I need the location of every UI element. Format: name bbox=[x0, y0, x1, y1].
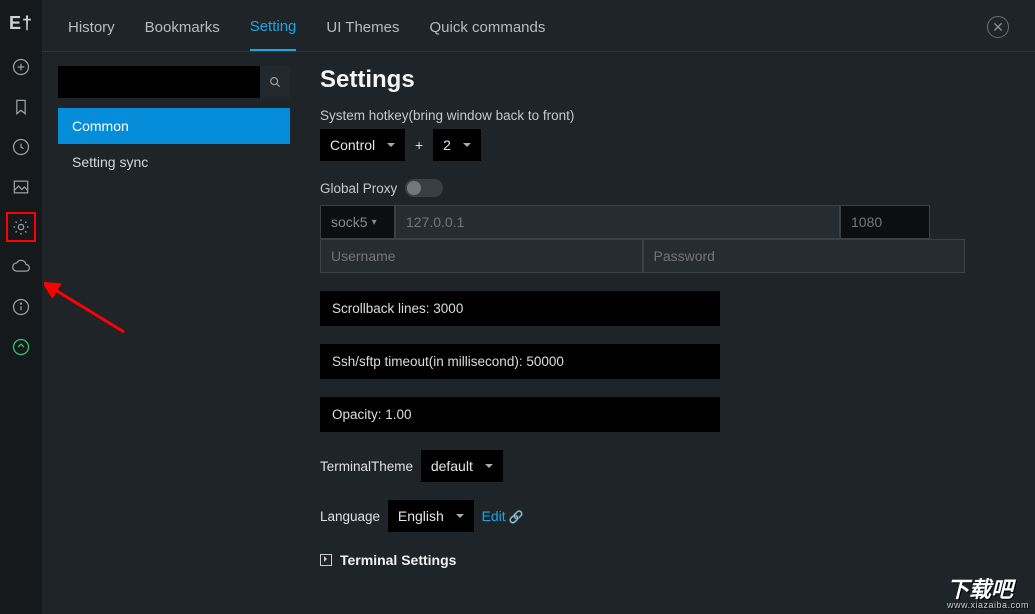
proxy-password-input[interactable] bbox=[643, 239, 966, 273]
bookmark-icon[interactable] bbox=[10, 96, 32, 118]
hotkey-label: System hotkey(bring window back to front… bbox=[320, 108, 1005, 123]
cloud-sync-icon[interactable] bbox=[10, 256, 32, 278]
proxy-type-select[interactable]: sock5▾ bbox=[320, 205, 395, 239]
hotkey-plus: + bbox=[409, 129, 429, 161]
page-title: Settings bbox=[320, 66, 1005, 94]
terminal-theme-label: TerminalTheme bbox=[320, 459, 413, 474]
proxy-port-input[interactable] bbox=[840, 205, 930, 239]
language-select[interactable]: English bbox=[388, 500, 474, 532]
settings-sidebar: Common Setting sync bbox=[58, 52, 290, 614]
terminal-settings-header[interactable]: Terminal Settings bbox=[320, 552, 1005, 568]
watermark: 下载吧 www.xiazaiba.com bbox=[947, 579, 1029, 610]
upgrade-icon[interactable] bbox=[10, 336, 32, 358]
app-logo-icon: E† bbox=[10, 8, 32, 38]
tab-ui-themes[interactable]: UI Themes bbox=[326, 19, 399, 50]
opacity-input[interactable] bbox=[320, 397, 720, 432]
close-icon[interactable]: ✕ bbox=[987, 16, 1009, 38]
tab-quick-commands[interactable]: Quick commands bbox=[430, 19, 546, 50]
settings-gear-icon[interactable] bbox=[10, 216, 32, 238]
hotkey-modifier-select[interactable]: Control bbox=[320, 129, 405, 161]
scrollback-input[interactable] bbox=[320, 291, 720, 326]
icon-sidebar: E† bbox=[0, 0, 42, 614]
language-label: Language bbox=[320, 509, 380, 524]
global-proxy-label: Global Proxy bbox=[320, 181, 397, 196]
search-input[interactable] bbox=[58, 66, 260, 98]
settings-content: Settings System hotkey(bring window back… bbox=[290, 52, 1035, 614]
tab-setting[interactable]: Setting bbox=[250, 18, 297, 51]
image-icon[interactable] bbox=[10, 176, 32, 198]
search-icon[interactable] bbox=[260, 66, 290, 98]
proxy-username-input[interactable] bbox=[320, 239, 643, 273]
info-icon[interactable] bbox=[10, 296, 32, 318]
sidebar-item-setting-sync[interactable]: Setting sync bbox=[58, 144, 290, 180]
add-icon[interactable] bbox=[10, 56, 32, 78]
top-tabs: History Bookmarks Setting UI Themes Quic… bbox=[42, 0, 1035, 52]
tab-bookmarks[interactable]: Bookmarks bbox=[145, 19, 220, 50]
terminal-theme-select[interactable]: default bbox=[421, 450, 503, 482]
global-proxy-toggle[interactable] bbox=[405, 179, 443, 197]
proxy-host-input[interactable] bbox=[395, 205, 840, 239]
language-edit-link[interactable]: Edit🔗 bbox=[482, 508, 524, 524]
expand-icon bbox=[320, 554, 332, 566]
hotkey-key-select[interactable]: 2 bbox=[433, 129, 481, 161]
history-icon[interactable] bbox=[10, 136, 32, 158]
timeout-input[interactable] bbox=[320, 344, 720, 379]
external-link-icon: 🔗 bbox=[509, 510, 524, 524]
sidebar-item-common[interactable]: Common bbox=[58, 108, 290, 144]
tab-history[interactable]: History bbox=[68, 19, 115, 50]
